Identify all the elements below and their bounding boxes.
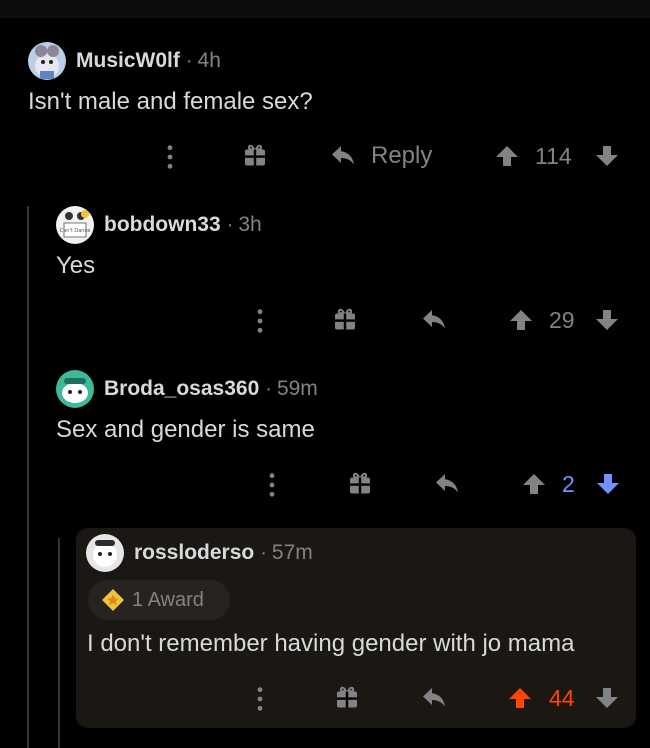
timestamp: 4h bbox=[197, 49, 221, 72]
reply-icon bbox=[330, 143, 356, 167]
comment-body: Isn't male and female sex? bbox=[28, 88, 313, 115]
timestamp: 3h bbox=[238, 213, 262, 236]
username[interactable]: MusicW0lf bbox=[76, 49, 180, 73]
upvote-arrow-icon[interactable] bbox=[495, 144, 519, 168]
upvote-arrow-icon[interactable] bbox=[508, 686, 532, 710]
timestamp: 57m bbox=[271, 541, 313, 564]
reply-icon[interactable] bbox=[434, 471, 460, 495]
upvote-arrow-icon[interactable] bbox=[522, 472, 546, 496]
separator-dot: · bbox=[226, 213, 234, 236]
award-count: 1 Award bbox=[132, 588, 204, 611]
more-icon[interactable] bbox=[268, 472, 276, 498]
comment-thread: MusicW0lf · 4h Isn't male and female sex… bbox=[0, 0, 650, 748]
downvote-arrow-icon[interactable] bbox=[595, 686, 619, 710]
more-icon[interactable] bbox=[256, 686, 264, 712]
comment-header: rossloderso · 57m bbox=[86, 534, 313, 572]
downvote-arrow-icon[interactable] bbox=[595, 144, 619, 168]
award-icon bbox=[102, 589, 124, 611]
more-icon[interactable] bbox=[256, 308, 264, 334]
comment-body: I don't remember having gender with jo m… bbox=[87, 630, 575, 657]
vote-score: 114 bbox=[535, 143, 572, 169]
avatar[interactable] bbox=[86, 534, 124, 572]
comment-header: MusicW0lf · 4h bbox=[28, 42, 221, 80]
downvote-arrow-icon[interactable] bbox=[596, 472, 620, 496]
thread-line[interactable] bbox=[27, 206, 29, 748]
gift-icon[interactable] bbox=[333, 307, 357, 331]
reply-icon[interactable] bbox=[421, 685, 447, 709]
username[interactable]: bobdown33 bbox=[104, 213, 221, 237]
separator-dot: · bbox=[260, 541, 267, 564]
reply-label: Reply bbox=[371, 142, 433, 169]
avatar[interactable]: Can't Dance bbox=[56, 206, 94, 244]
thread-line[interactable] bbox=[58, 538, 60, 748]
avatar[interactable] bbox=[28, 42, 66, 80]
comment-body: Yes bbox=[56, 252, 96, 279]
downvote-arrow-icon[interactable] bbox=[595, 308, 619, 332]
award-badge[interactable]: 1 Award bbox=[88, 580, 230, 620]
avatar-sign-text: Can't Dance bbox=[60, 228, 91, 234]
comment-header: Can't Dance bobdown33 · 3h bbox=[56, 206, 262, 244]
timestamp: 59m bbox=[276, 377, 318, 400]
username[interactable]: Broda_osas360 bbox=[104, 377, 259, 401]
upvote-arrow-icon[interactable] bbox=[509, 308, 533, 332]
vote-score: 44 bbox=[549, 685, 575, 711]
vote-score: 29 bbox=[549, 307, 575, 333]
more-icon[interactable] bbox=[166, 144, 174, 170]
gift-icon[interactable] bbox=[348, 471, 372, 495]
separator-dot: · bbox=[265, 377, 272, 400]
reply-icon[interactable] bbox=[421, 307, 447, 331]
gift-icon[interactable] bbox=[243, 143, 267, 167]
gift-icon[interactable] bbox=[335, 685, 359, 709]
avatar[interactable] bbox=[56, 370, 94, 408]
separator-dot: · bbox=[185, 49, 193, 72]
comment-body: Sex and gender is same bbox=[56, 416, 315, 443]
username[interactable]: rossloderso bbox=[134, 541, 254, 565]
top-bar bbox=[0, 0, 650, 18]
vote-score: 2 bbox=[562, 471, 575, 497]
comment-header: Broda_osas360 · 59m bbox=[56, 370, 318, 408]
